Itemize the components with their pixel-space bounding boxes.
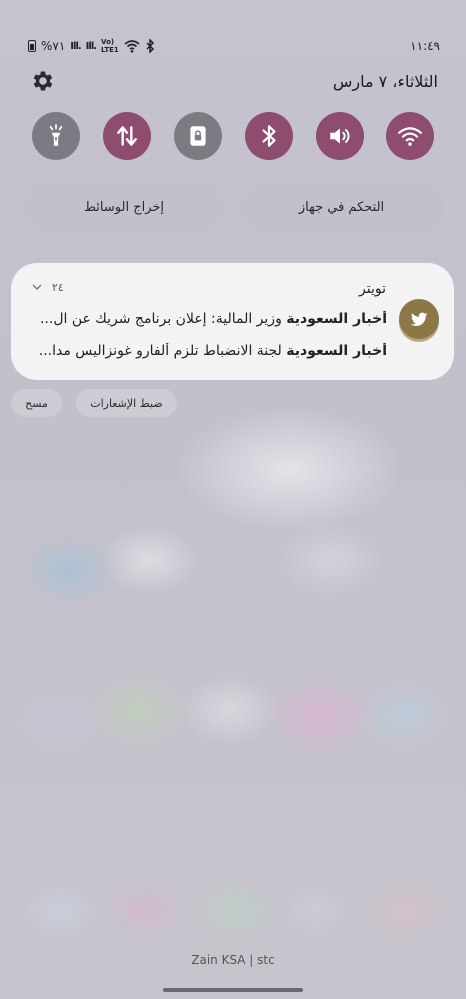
notification-source-2: أخبار السعودية: [286, 343, 387, 359]
signal-strength-icon-sim2: Ill.: [85, 40, 97, 52]
rotation-lock-tile[interactable]: [174, 112, 222, 160]
battery-icon: [28, 40, 36, 52]
clear-notifications-button[interactable]: مسح: [11, 389, 62, 417]
mobile-data-tile[interactable]: [103, 112, 151, 160]
wifi-tile[interactable]: [386, 112, 434, 160]
signal-strength-icon: Ill.: [70, 40, 81, 52]
portrait-lock-icon: [190, 126, 206, 146]
flashlight-icon: [49, 124, 63, 146]
bluetooth-tile[interactable]: [245, 112, 293, 160]
wifi-icon: [398, 127, 422, 146]
speaker-volume-icon: [330, 128, 350, 144]
expand-chevron-icon[interactable]: [31, 281, 43, 293]
date-label: الثلاثاء، ٧ مارس: [332, 71, 438, 91]
notification-source-1: أخبار السعودية: [286, 311, 387, 327]
clock: ١١:٤٩: [410, 39, 440, 53]
bluetooth-status-icon: [146, 39, 154, 53]
status-icons: %٧١ Ill. Ill. Vo) LTE1: [28, 38, 155, 54]
notification-line-1: أخبار السعودية وزير المالية: إعلان برنام…: [32, 311, 387, 327]
twitter-bird-icon: [411, 312, 428, 327]
notification-text-2: لجنة الانضباط تلزم ألفارو غونزاليس مدا..…: [38, 343, 282, 359]
flashlight-tile[interactable]: [32, 112, 80, 160]
mobile-data-arrows-icon: [117, 126, 137, 146]
twitter-app-icon: [399, 299, 439, 339]
carrier-label: Zain KSA | stc: [191, 953, 275, 967]
settings-gear-icon[interactable]: [30, 68, 56, 94]
notification-app-name: تويتر: [359, 281, 386, 297]
notification-line-2: أخبار السعودية لجنة الانضباط تلزم ألفارو…: [32, 343, 387, 359]
sound-tile[interactable]: [316, 112, 364, 160]
wifi-calling-icon: [124, 40, 140, 53]
status-bar: %٧١ Ill. Ill. Vo) LTE1 ١١:٤٩: [28, 36, 440, 56]
notification-time: ٢٤: [52, 281, 64, 294]
panel-drag-handle[interactable]: [163, 988, 303, 992]
quick-settings-tiles: [32, 112, 434, 160]
media-output-button[interactable]: إخراج الوسائط: [23, 181, 225, 233]
volte-icon: Vo) LTE1: [101, 38, 119, 54]
notification-settings-button[interactable]: ضبط الإشعارات: [76, 389, 177, 417]
twitter-notification-card[interactable]: تويتر ٢٤ أخبار السعودية وزير المالية: إع…: [11, 263, 454, 380]
panel-header: الثلاثاء، ٧ مارس: [30, 68, 438, 94]
battery-level: %٧١: [41, 39, 66, 53]
device-control-button[interactable]: التحكم في جهاز: [240, 181, 443, 233]
bluetooth-icon: [262, 125, 276, 147]
notification-text-1: وزير المالية: إعلان برنامج شريك عن ال...: [39, 311, 282, 327]
